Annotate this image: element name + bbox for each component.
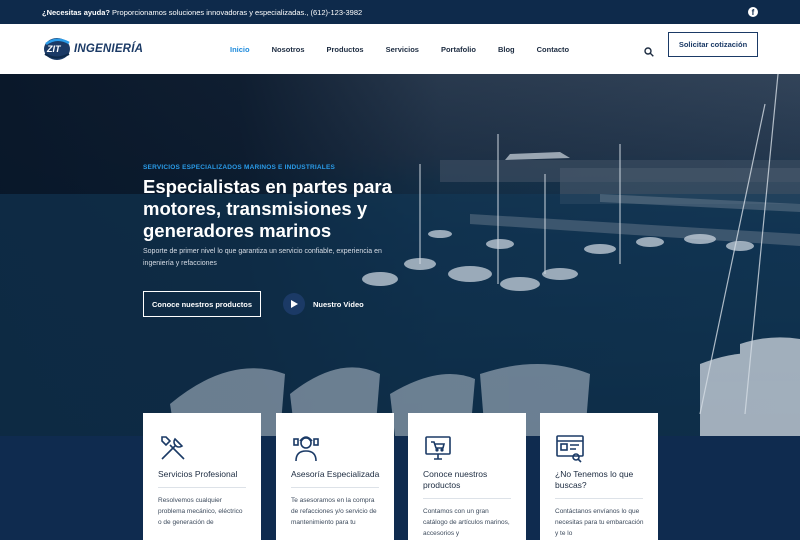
nav-item-productos[interactable]: Productos [327,45,364,54]
service-card-professional[interactable]: Servicios Profesional Resolvemos cualqui… [143,413,261,540]
hero-banner: SERVICIOS ESPECIALIZADOS MARINOS E INDUS… [0,74,800,436]
hero-subtext: Soporte de primer nivel lo que garantiza… [143,248,382,267]
play-icon [283,293,305,315]
main-nav: Inicio Nosotros Productos Servicios Port… [230,24,591,74]
svg-text:ZIT: ZIT [46,44,62,54]
nav-item-servicios[interactable]: Servicios [386,45,419,54]
top-info-bar: ¿Necesitas ayuda? Proporcionamos solucio… [0,0,800,24]
card-text: Resolvemos cualquier problema mecánico, … [158,497,243,526]
card-title: Asesoría Especializada [291,469,380,479]
products-button[interactable]: Conoce nuestros productos [143,291,261,317]
service-card-advisory[interactable]: Asesoría Especializada Te asesoramos en … [276,413,394,540]
card-title: ¿No Tenemos lo que buscas? [555,469,634,490]
logo-text: INGENIERÍA [74,43,144,55]
search-icon[interactable] [644,44,654,57]
card-text: Contamos con un gran catálogo de artícul… [423,508,510,537]
site-header: ZIT INGENIERÍA Inicio Nosotros Productos… [0,24,800,74]
service-card-products[interactable]: Conoce nuestros productos Contamos con u… [408,413,526,540]
card-divider [555,498,643,499]
video-label: Nuestro Video [313,299,364,309]
card-text: Contáctanos envíanos lo que necesitas pa… [555,508,644,537]
catalog-monitor-icon [423,433,453,463]
card-text: Te asesoramos en la compra de refaccione… [291,497,377,526]
help-text: Proporcionamos soluciones innovadoras y … [112,7,363,17]
logo-mark-icon: ZIT [42,34,72,62]
service-card-request[interactable]: ¿No Tenemos lo que buscas? Contáctanos e… [540,413,658,540]
card-title: Servicios Profesional [158,469,238,479]
nav-item-blog[interactable]: Blog [498,45,515,54]
hero-eyebrow: SERVICIOS ESPECIALIZADOS MARINOS E INDUS… [143,164,336,171]
nav-item-portafolio[interactable]: Portafolio [441,45,476,54]
advisor-icon [291,433,321,463]
services-band [0,436,800,540]
search-parts-icon [555,433,585,463]
nav-item-inicio[interactable]: Inicio [230,45,250,54]
nav-item-contacto[interactable]: Contacto [537,45,570,54]
hero-headline: Especialistas en partes para motores, tr… [143,176,392,241]
video-button[interactable]: Nuestro Video [283,293,364,315]
nav-item-nosotros[interactable]: Nosotros [272,45,305,54]
card-divider [423,498,511,499]
request-quote-button[interactable]: Solicitar cotización [668,32,758,57]
help-label: ¿Necesitas ayuda? [42,7,110,17]
card-title: Conoce nuestros productos [423,469,488,490]
help-message: ¿Necesitas ayuda? Proporcionamos solucio… [42,8,362,17]
site-logo[interactable]: ZIT INGENIERÍA [42,34,143,62]
tools-icon [158,433,188,463]
card-divider [291,487,379,488]
card-divider [158,487,246,488]
facebook-icon[interactable]: f [748,7,758,17]
